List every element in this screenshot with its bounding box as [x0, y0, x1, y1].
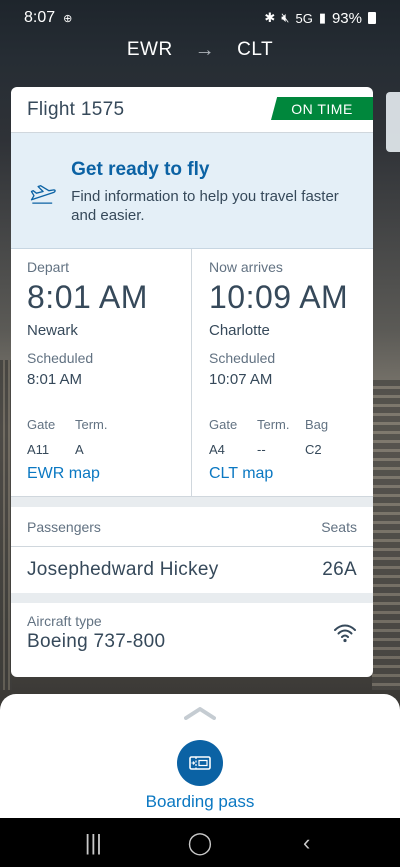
next-card-peek[interactable] — [386, 92, 400, 152]
arrow-right-icon: → — [194, 38, 216, 61]
status-badge: ON TIME — [271, 97, 373, 120]
system-nav-bar: ||| ◯ ‹ — [0, 818, 400, 867]
flight-card-header: Flight 1575 ON TIME — [11, 87, 373, 133]
depart-column: Depart 8:01 AM Newark Scheduled 8:01 AM … — [11, 249, 192, 496]
boarding-pass-label[interactable]: Boarding pass — [0, 792, 400, 812]
mute-icon: 🔇︎ — [281, 10, 290, 25]
depart-gate-info: Gate A11 Term. A — [27, 417, 123, 457]
arrive-column: Now arrives 10:09 AM Charlotte Scheduled… — [192, 249, 373, 496]
flight-card: Flight 1575 ON TIME Get ready to fly Fin… — [11, 87, 373, 677]
bluetooth-icon: ✱ — [264, 10, 276, 25]
get-ready-title: Get ready to fly — [71, 159, 210, 180]
depart-scheduled-time: 8:01 AM — [27, 371, 83, 388]
passenger-seat: 26A — [322, 559, 357, 580]
signal-icon: ▮ — [318, 10, 326, 25]
get-ready-banner[interactable]: Get ready to fly Find information to hel… — [11, 133, 373, 249]
depart-label: Depart — [27, 259, 70, 275]
recent-apps-icon[interactable]: ||| — [73, 830, 113, 856]
aircraft-value: Boeing 737-800 — [27, 631, 166, 652]
battery-percent: 93% — [331, 9, 362, 27]
terminal-label: Term. — [75, 417, 108, 432]
flight-times: Depart 8:01 AM Newark Scheduled 8:01 AM … — [11, 249, 373, 497]
passengers-label: Passengers — [27, 518, 101, 535]
arrive-label: Now arrives — [209, 259, 283, 275]
arrive-gate: Gate A4 — [209, 417, 257, 457]
chevron-up-icon[interactable] — [184, 706, 216, 720]
route-header: EWR → CLT — [0, 36, 400, 64]
arrive-scheduled-time: 10:07 AM — [209, 371, 273, 388]
arrive-time: 10:09 AM — [209, 279, 349, 315]
destination-code: CLT — [237, 39, 274, 60]
wifi-icon — [334, 624, 356, 643]
seats-label: Seats — [321, 518, 357, 535]
depart-time: 8:01 AM — [27, 279, 148, 315]
status-bar: 8:07 ⊕ ✱ 🔇︎ 5G ▮ 93% — [0, 0, 400, 36]
depart-city: Newark — [27, 322, 78, 339]
boarding-pass-button[interactable] — [177, 740, 223, 786]
status-indicators: ✱ 🔇︎ 5G ▮ 93% — [264, 10, 376, 27]
passenger-row[interactable]: Josephedward Hickey 26A — [11, 547, 373, 593]
gate-label: Gate — [27, 417, 56, 432]
divider — [11, 497, 373, 507]
passenger-name: Josephedward Hickey — [27, 559, 219, 580]
divider — [11, 593, 373, 603]
gate-label: Gate — [209, 417, 238, 432]
notification-icon: ⊕ — [63, 12, 73, 25]
terminal-value: -- — [257, 442, 266, 457]
ewr-map-link[interactable]: EWR map — [27, 465, 100, 483]
arrive-scheduled-label: Scheduled — [209, 350, 276, 366]
get-ready-text: Find information to help you travel fast… — [71, 188, 339, 224]
arrive-terminal: Term. -- — [257, 417, 305, 457]
depart-scheduled-label: Scheduled — [27, 350, 94, 366]
home-icon[interactable]: ◯ — [180, 830, 220, 856]
bottom-sheet: Boarding pass — [0, 694, 400, 818]
back-icon[interactable]: ‹ — [287, 830, 327, 856]
origin-code: EWR — [126, 39, 173, 60]
gate-value: A4 — [209, 442, 225, 457]
aircraft-section: Aircraft type Boeing 737-800 — [11, 603, 373, 653]
plane-takeoff-icon — [30, 185, 56, 204]
passengers-header: Passengers Seats — [11, 507, 373, 547]
arrive-gate-info: Gate A4 Term. -- Bag C2 — [209, 417, 353, 457]
battery-icon — [368, 12, 376, 24]
ticket-icon — [189, 756, 211, 770]
gate-value: A11 — [27, 442, 50, 457]
status-time: 8:07 — [24, 9, 56, 26]
depart-gate: Gate A11 — [27, 417, 75, 457]
flight-number: Flight 1575 — [27, 98, 125, 120]
get-ready-content: Get ready to fly Find information to hel… — [71, 159, 357, 225]
arrive-city: Charlotte — [209, 322, 270, 339]
arrive-bag: Bag C2 — [305, 417, 353, 457]
depart-terminal: Term. A — [75, 417, 123, 457]
bag-value: C2 — [305, 442, 322, 457]
terminal-label: Term. — [257, 417, 290, 432]
terminal-value: A — [75, 442, 84, 457]
network-label: 5G — [295, 10, 313, 26]
aircraft-label: Aircraft type — [27, 613, 102, 629]
bag-label: Bag — [305, 417, 329, 432]
clt-map-link[interactable]: CLT map — [209, 465, 273, 483]
